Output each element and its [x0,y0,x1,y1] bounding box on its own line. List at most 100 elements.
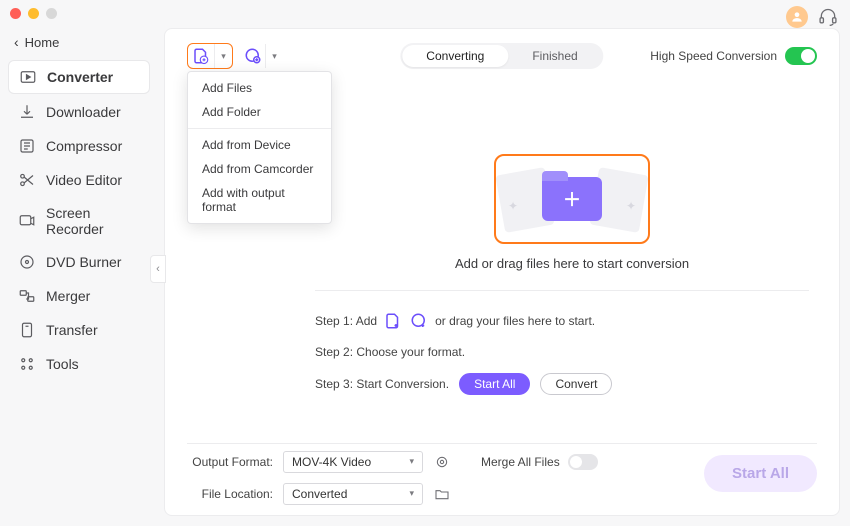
start-all-pill-button[interactable]: Start All [459,373,530,395]
chevron-down-icon: ▾ [409,456,414,467]
toolbar-left: ▾ ▾ [187,43,283,69]
disc-icon [18,253,36,271]
status-segmented-control: Converting Finished [400,43,603,69]
sidebar-item-label: Converter [47,69,113,85]
high-speed-label: High Speed Conversion [650,49,777,63]
step1-prefix: Step 1: Add [315,314,377,328]
add-file-button[interactable] [188,44,214,68]
sidebar-item-label: Video Editor [46,172,122,188]
add-url-button-group: ▾ [241,44,283,68]
menu-item-add-files[interactable]: Add Files [188,76,331,100]
headset-support-icon[interactable] [818,7,838,27]
circle-plus-icon[interactable] [409,311,429,331]
merge-all-files: Merge All Files [481,454,598,470]
sidebar-item-tools[interactable]: Tools [8,348,150,380]
step-2: Step 2: Choose your format. [315,345,809,359]
menu-separator [188,128,331,129]
add-file-dropdown: Add Files Add Folder Add from Device Add… [187,71,332,224]
sidebar-item-label: DVD Burner [46,254,121,270]
sidebar-item-converter[interactable]: Converter [8,60,150,94]
chevron-down-icon: ▾ [409,488,414,499]
step-3: Step 3: Start Conversion. Start All Conv… [315,373,809,395]
file-location-value: Converted [292,487,347,501]
window-maximize-button[interactable] [46,8,57,19]
menu-item-add-from-device[interactable]: Add from Device [188,133,331,157]
sidebar-item-merger[interactable]: Merger [8,280,150,312]
converter-icon [19,68,37,86]
menu-item-add-with-output-format[interactable]: Add with output format [188,181,331,219]
menu-item-add-folder[interactable]: Add Folder [188,100,331,124]
sidebar-item-label: Screen Recorder [46,205,140,237]
file-location-label: File Location: [187,487,273,501]
transfer-icon [18,321,36,339]
output-format-label: Output Format: [187,455,273,469]
sparkle-icon: ✦ [508,199,518,213]
breadcrumb[interactable]: ‹ Home [0,28,158,60]
sidebar-item-label: Merger [46,288,90,304]
add-file-button-group: ▾ [187,43,233,69]
open-folder-icon[interactable] [433,485,451,503]
output-format-select[interactable]: MOV-4K Video ▾ [283,451,423,473]
tab-converting[interactable]: Converting [402,45,508,67]
step3-prefix: Step 3: Start Conversion. [315,377,449,391]
dropzone-caption: Add or drag files here to start conversi… [455,256,689,271]
output-format-row: Output Format: MOV-4K Video ▾ Merge All … [187,451,598,473]
file-location-select[interactable]: Converted ▾ [283,483,423,505]
merge-label: Merge All Files [481,455,560,469]
add-file-dropdown-toggle[interactable]: ▾ [214,44,232,68]
step-1: Step 1: Add or drag your files here to s… [315,311,809,331]
scissors-icon [18,171,36,189]
sidebar-item-label: Downloader [46,104,121,120]
screen-recorder-icon [18,212,36,230]
toolbar: ▾ ▾ Converting Finished High Speed Conve… [187,41,817,71]
sidebar-item-compressor[interactable]: Compressor [8,130,150,162]
sidebar-item-label: Transfer [46,322,98,338]
download-icon [18,103,36,121]
file-dropzone[interactable]: ✦ ＋ ✦ [494,154,650,244]
divider [315,290,809,291]
folder-icon: ＋ [542,177,602,221]
steps-guide: Step 1: Add or drag your files here to s… [315,290,809,395]
sidebar-item-transfer[interactable]: Transfer [8,314,150,346]
file-location-row: File Location: Converted ▾ [187,483,598,505]
bottom-left: Output Format: MOV-4K Video ▾ Merge All … [187,443,598,505]
circle-plus-icon [244,47,262,65]
sidebar-nav: Converter Downloader Compressor Video Ed… [0,60,158,380]
window-close-button[interactable] [10,8,21,19]
sidebar-item-downloader[interactable]: Downloader [8,96,150,128]
tab-finished[interactable]: Finished [508,45,601,67]
main-panel: ▾ ▾ Converting Finished High Speed Conve… [164,28,840,516]
bottom-bar: Output Format: MOV-4K Video ▾ Merge All … [187,443,817,503]
sidebar-item-dvd-burner[interactable]: DVD Burner [8,246,150,278]
high-speed-toggle[interactable] [785,47,817,65]
sidebar-item-label: Tools [46,356,79,372]
menu-item-add-from-camcorder[interactable]: Add from Camcorder [188,157,331,181]
window-controls [10,8,57,19]
output-settings-icon[interactable] [433,453,451,471]
convert-pill-button[interactable]: Convert [540,373,612,395]
start-all-button[interactable]: Start All [704,455,817,492]
sparkle-icon: ✦ [626,199,636,213]
step1-suffix: or drag your files here to start. [435,314,595,328]
add-url-button[interactable] [241,44,265,68]
toolbar-right: High Speed Conversion [650,47,817,65]
sidebar-item-screen-recorder[interactable]: Screen Recorder [8,198,150,244]
tools-grid-icon [18,355,36,373]
plus-icon: ＋ [563,186,581,212]
add-url-dropdown-toggle[interactable]: ▾ [265,44,283,68]
sidebar-item-video-editor[interactable]: Video Editor [8,164,150,196]
merge-toggle[interactable] [568,454,598,470]
merger-icon [18,287,36,305]
output-format-value: MOV-4K Video [292,455,371,469]
file-plus-icon[interactable] [383,311,403,331]
compressor-icon [18,137,36,155]
header-right [786,6,838,28]
sidebar-collapse-handle[interactable]: ‹ [150,255,166,283]
chevron-left-icon: ‹ [14,34,19,50]
file-plus-icon [192,47,210,65]
breadcrumb-label: Home [25,35,60,50]
window-minimize-button[interactable] [28,8,39,19]
sidebar-item-label: Compressor [46,138,122,154]
sidebar: ‹ Home Converter Downloader Compressor V… [0,28,158,526]
user-avatar[interactable] [786,6,808,28]
